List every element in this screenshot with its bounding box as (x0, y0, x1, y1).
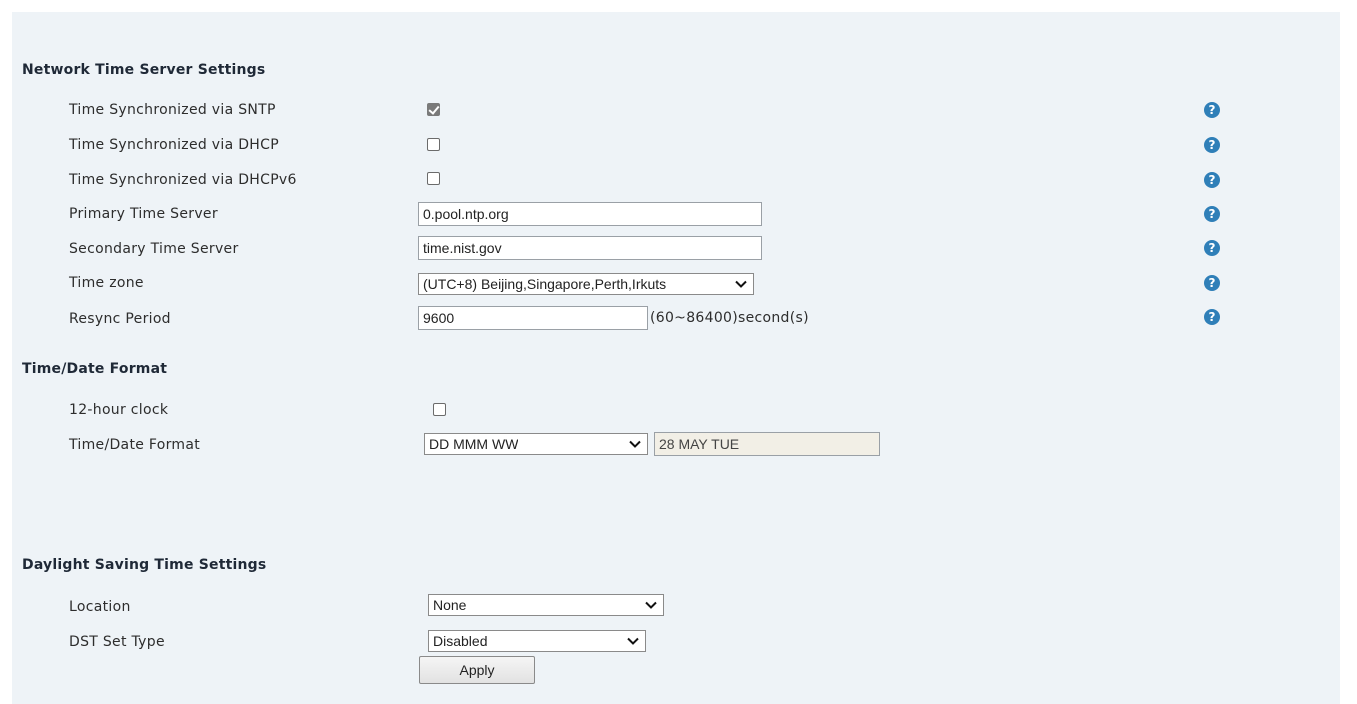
timezone-label: Time zone (69, 275, 144, 291)
resync-range-hint: (60~86400)second(s) (650, 310, 809, 326)
timezone-value: (UTC+8) Beijing,Singapore,Perth,Irkuts (423, 276, 667, 292)
dst-type-select[interactable]: Disabled (428, 630, 646, 652)
sntp-label: Time Synchronized via SNTP (69, 102, 276, 118)
dhcpv6-help-icon[interactable]: ? (1204, 172, 1220, 188)
resync-input[interactable]: 9600 (418, 306, 648, 330)
secondary-server-input[interactable]: time.nist.gov (418, 236, 762, 260)
dst-type-value: Disabled (433, 633, 488, 649)
dst-type-label: DST Set Type (69, 634, 165, 650)
chevron-down-icon (645, 601, 657, 609)
date-format-preview: 28 MAY TUE (654, 432, 880, 456)
chevron-down-icon (629, 440, 641, 448)
location-select[interactable]: None (428, 594, 664, 616)
secondary-server-label: Secondary Time Server (69, 241, 239, 257)
dhcpv6-label: Time Synchronized via DHCPv6 (69, 172, 297, 188)
clock12-label: 12-hour clock (69, 402, 169, 418)
primary-server-help-icon[interactable]: ? (1204, 206, 1220, 222)
clock12-checkbox[interactable] (433, 403, 446, 416)
location-label: Location (69, 599, 131, 615)
resync-label: Resync Period (69, 311, 171, 327)
timezone-help-icon[interactable]: ? (1204, 275, 1220, 291)
dhcp-checkbox[interactable] (427, 138, 440, 151)
date-format-select[interactable]: DD MMM WW (424, 433, 648, 455)
dhcp-help-icon[interactable]: ? (1204, 137, 1220, 153)
timezone-select[interactable]: (UTC+8) Beijing,Singapore,Perth,Irkuts (418, 273, 754, 295)
secondary-server-help-icon[interactable]: ? (1204, 240, 1220, 256)
resync-help-icon[interactable]: ? (1204, 309, 1220, 325)
apply-button[interactable]: Apply (419, 656, 535, 684)
primary-server-input[interactable]: 0.pool.ntp.org (418, 202, 762, 226)
date-format-value: DD MMM WW (429, 436, 519, 452)
chevron-down-icon (735, 280, 747, 288)
dhcpv6-checkbox[interactable] (427, 172, 440, 185)
location-value: None (433, 597, 467, 613)
sntp-checkbox[interactable] (427, 103, 440, 116)
dhcp-label: Time Synchronized via DHCP (69, 137, 279, 153)
sntp-help-icon[interactable]: ? (1204, 102, 1220, 118)
section-title-network-time: Network Time Server Settings (22, 62, 266, 78)
date-format-label: Time/Date Format (69, 437, 201, 453)
section-title-time-date-format: Time/Date Format (22, 361, 168, 377)
chevron-down-icon (627, 637, 639, 645)
section-title-dst: Daylight Saving Time Settings (22, 557, 267, 573)
primary-server-label: Primary Time Server (69, 206, 218, 222)
